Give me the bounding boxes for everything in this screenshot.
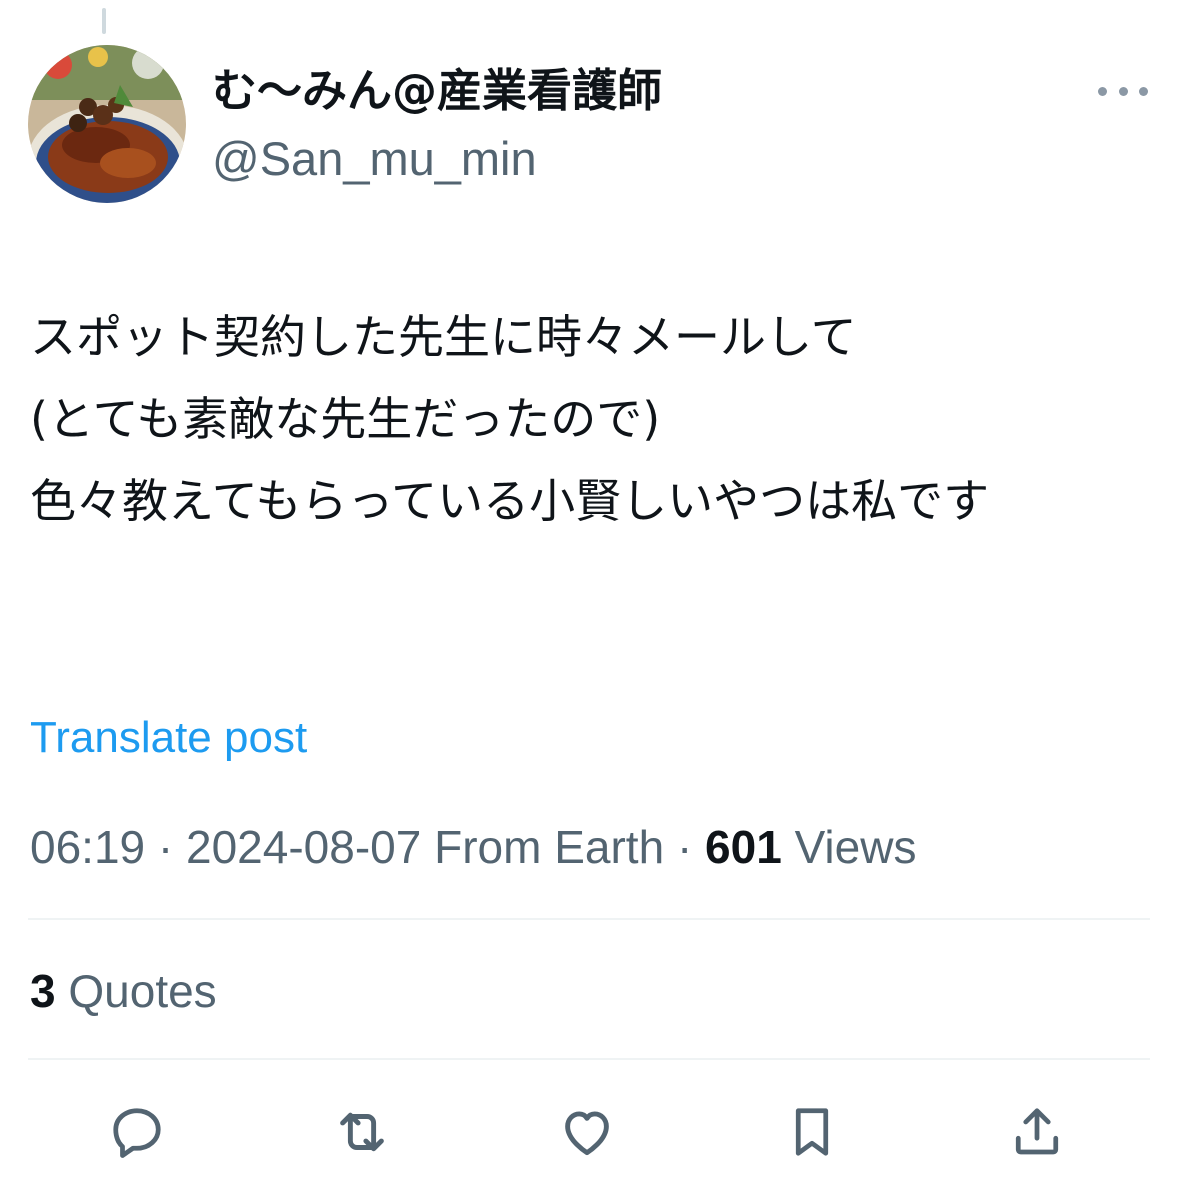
author-display-name[interactable]: む〜みん@産業看護師: [212, 62, 662, 120]
reply-icon: [113, 1108, 161, 1158]
author-handle[interactable]: @San_mu_min: [212, 130, 537, 188]
meta-separator: ·: [157, 821, 174, 873]
post-source: From Earth: [434, 821, 665, 873]
thread-connector-line: [102, 8, 106, 34]
meta-separator: ·: [676, 821, 693, 873]
quotes-count: 3: [30, 965, 56, 1017]
post-text: スポット契約した先生に時々メールして (とても素敵な先生だったので) 色々教えて…: [30, 310, 990, 528]
reply-button[interactable]: [105, 1100, 169, 1164]
share-icon: [1015, 1108, 1059, 1155]
more-dot-icon: [1118, 86, 1128, 96]
repost-icon: [340, 1112, 384, 1152]
more-dot-icon: [1098, 86, 1107, 96]
bookmark-icon: [795, 1108, 829, 1156]
divider: [28, 918, 1150, 920]
post-time[interactable]: 06:19: [30, 821, 145, 873]
post-date[interactable]: 2024-08-07: [186, 821, 421, 873]
more-options-button[interactable]: [1098, 76, 1148, 106]
more-dot-icon: [1139, 86, 1148, 96]
avatar[interactable]: [28, 45, 186, 203]
post-meta: 06:19 · 2024-08-07 From Earth · 601 View…: [30, 818, 916, 876]
divider: [28, 1058, 1150, 1060]
food-photo-avatar-icon: [28, 45, 186, 203]
translate-post-link[interactable]: Translate post: [30, 710, 307, 766]
repost-button[interactable]: [330, 1100, 394, 1164]
like-button[interactable]: [555, 1100, 619, 1164]
views-count: 601: [705, 821, 782, 873]
views-label: Views: [794, 821, 917, 873]
bookmark-button[interactable]: [780, 1100, 844, 1164]
quotes-label: Quotes: [68, 965, 217, 1017]
like-icon: [565, 1111, 609, 1156]
share-button[interactable]: [1005, 1100, 1069, 1164]
quotes-link[interactable]: 3 Quotes: [30, 962, 217, 1020]
